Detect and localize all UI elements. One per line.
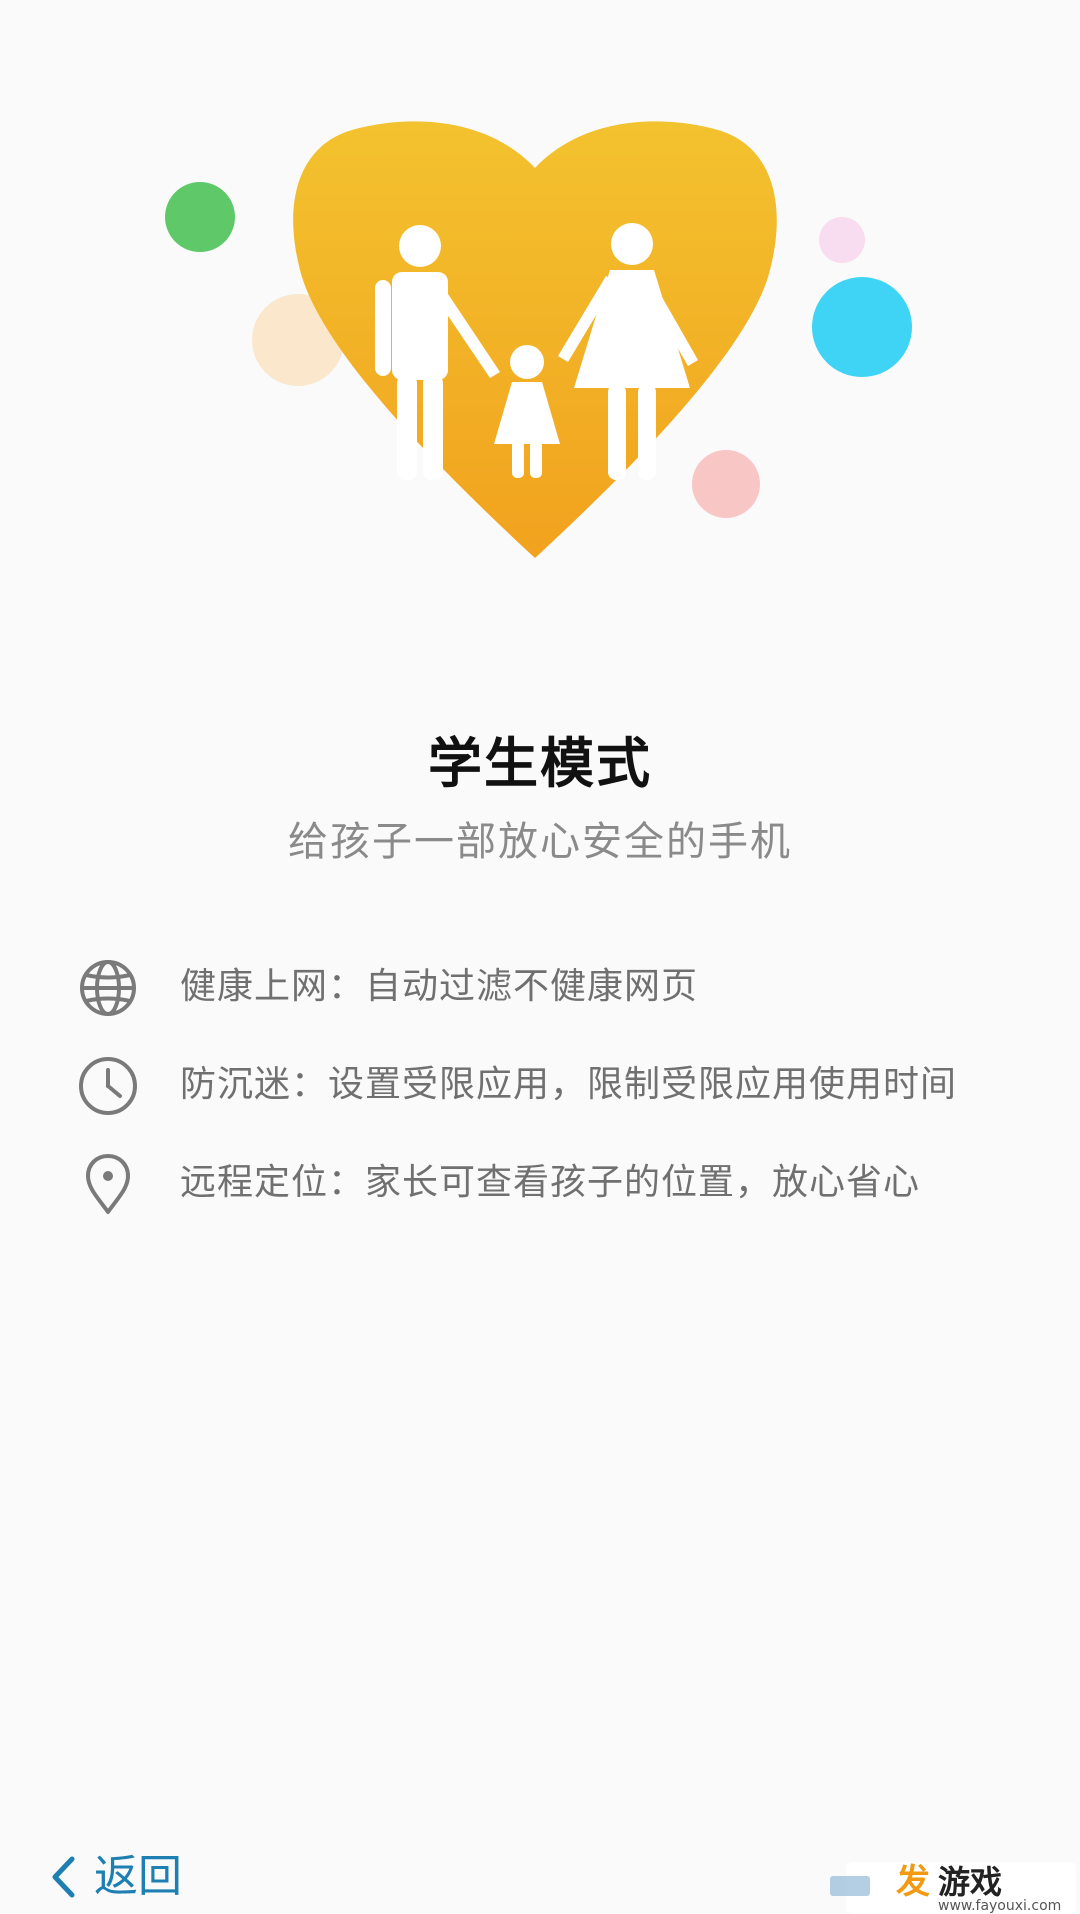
page-subtitle: 给孩子一部放心安全的手机 <box>288 819 792 865</box>
chevron-left-icon <box>50 1855 76 1899</box>
globe-icon <box>76 956 140 1020</box>
watermark-glyph: 发 <box>896 1862 930 1902</box>
feature-list: 健康上网：自动过滤不健康网页 防沉迷：设置受限应用，限制受限应用使用时间 远程定… <box>0 934 1080 1228</box>
watermark-url: www.fayouxi.com <box>938 1898 1062 1914</box>
feature-item-anti-addiction: 防沉迷：设置受限应用，限制受限应用使用时间 <box>0 1032 1080 1130</box>
back-label: 返回 <box>94 1851 182 1902</box>
bubble-green <box>165 182 235 252</box>
page-title: 学生模式 <box>428 732 652 795</box>
location-pin-icon <box>76 1152 140 1216</box>
feature-item-remote-location: 远程定位：家长可查看孩子的位置，放心省心 <box>0 1130 1080 1228</box>
feature-text: 健康上网：自动过滤不健康网页 <box>180 966 699 1007</box>
bubble-cyan <box>812 277 912 377</box>
bubble-pink-light <box>819 217 865 263</box>
feature-item-healthy-browsing: 健康上网：自动过滤不健康网页 <box>0 934 1080 1032</box>
feature-text: 防沉迷：设置受限应用，限制受限应用使用时间 <box>180 1064 958 1105</box>
clock-icon <box>76 1054 140 1118</box>
hero-illustration <box>0 0 1080 600</box>
watermark-decoration <box>830 1876 870 1896</box>
back-button[interactable]: 返回 <box>50 1840 182 1914</box>
watermark-text: 游戏 <box>938 1863 1003 1901</box>
bubble-pink <box>692 450 760 518</box>
watermark-logo: 发 游戏 www.fayouxi.com <box>830 1862 1076 1914</box>
feature-text: 远程定位：家长可查看孩子的位置，放心省心 <box>180 1162 921 1203</box>
family-heart-illustration <box>165 121 912 558</box>
